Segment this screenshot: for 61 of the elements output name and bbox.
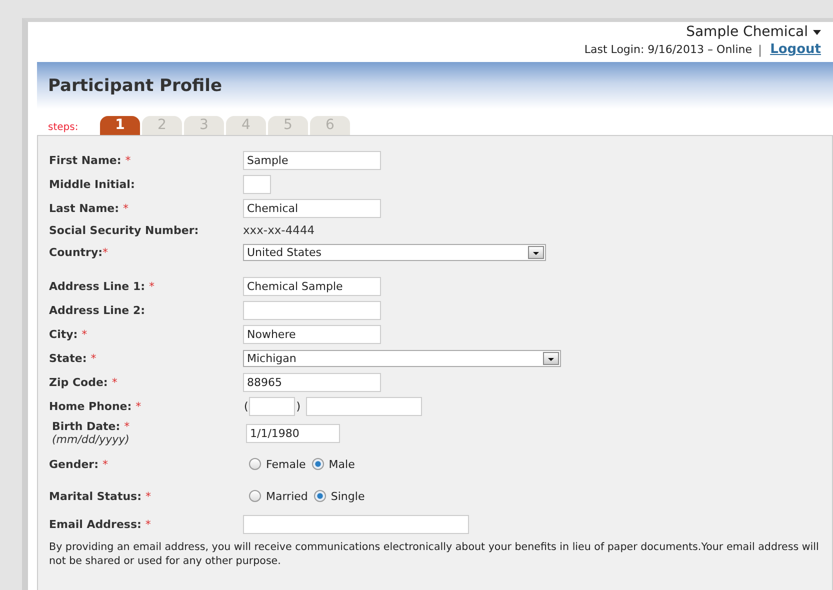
input-field[interactable]: Nowhere <box>243 324 381 344</box>
required-mark: * <box>102 246 108 258</box>
parenthesis: ) <box>296 400 301 412</box>
field-label: First Name: <box>49 154 122 166</box>
radio-label: Female <box>266 458 306 470</box>
steps-label: steps: <box>48 122 80 135</box>
input-field[interactable]: 1/1/1980 <box>246 424 340 442</box>
radio-button[interactable] <box>249 458 261 470</box>
input-field[interactable]: Chemical <box>243 198 381 218</box>
input-field[interactable] <box>243 300 381 320</box>
required-mark: * <box>112 376 118 388</box>
field-label: Address Line 2: <box>49 304 146 316</box>
required-mark: * <box>123 202 129 214</box>
dropdown[interactable]: United States <box>243 244 546 260</box>
radio-label: Single <box>330 490 365 502</box>
field-label: City: <box>49 328 78 340</box>
radio-button[interactable] <box>312 458 324 470</box>
field-label: Home Phone: <box>49 400 132 412</box>
input-field[interactable] <box>249 396 296 416</box>
radio-button[interactable] <box>314 490 326 502</box>
required-mark: * <box>102 458 108 470</box>
input-field[interactable] <box>243 514 469 534</box>
input-field[interactable]: Chemical Sample <box>243 276 381 296</box>
required-mark: * <box>136 400 142 412</box>
field-label: Gender: <box>49 458 98 470</box>
field-label: Last Name: <box>49 202 120 214</box>
field-label: Address Line 1: <box>49 280 146 292</box>
required-mark: * <box>145 518 151 530</box>
field-label: Marital Status: <box>49 490 142 502</box>
last-login-text: Last Login: 9/16/2013 – Online <box>584 43 752 56</box>
required-mark: * <box>149 280 155 292</box>
required-mark: * <box>124 420 130 433</box>
input-field[interactable]: Sample <box>243 150 381 170</box>
field-label: Middle Initial: <box>49 178 135 190</box>
required-mark: * <box>146 490 151 502</box>
input-field[interactable] <box>243 174 271 194</box>
field-value: xxx-xx-4444 <box>243 223 315 237</box>
field-label: Social Security Number: <box>49 224 199 236</box>
field-label: State: <box>49 352 87 364</box>
input-field[interactable] <box>306 396 422 416</box>
field-label: Zip Code: <box>49 376 108 388</box>
field-label: Birth Date: <box>52 420 120 433</box>
user-menu[interactable]: Sample Chemical <box>686 24 821 40</box>
required-mark: * <box>90 352 96 364</box>
separator: | <box>758 42 762 56</box>
field-label: Country: <box>49 246 103 258</box>
step-tab[interactable]: 1 <box>100 116 140 135</box>
required-mark: * <box>125 154 131 166</box>
radio-label: Male <box>328 458 355 470</box>
format-hint: (mm/dd/yyyy) <box>52 433 130 446</box>
radio-button[interactable] <box>249 490 261 502</box>
page-title: Participant Profile <box>48 76 222 96</box>
parenthesis: ( <box>244 400 248 412</box>
radio-label: Married <box>266 490 308 502</box>
dropdown[interactable]: Michigan <box>243 350 561 366</box>
caret-icon <box>813 30 821 34</box>
field-label: Email Address: <box>49 518 142 530</box>
input-field[interactable]: 88965 <box>243 372 381 392</box>
notice-text: By providing an email address, you will receive communications electronically about your benefits in lieu of paper documents.Your email address will not be shared or used for any other purpose. <box>49 540 820 568</box>
required-mark: * <box>82 328 88 340</box>
logout-link[interactable]: Logout <box>770 42 821 57</box>
